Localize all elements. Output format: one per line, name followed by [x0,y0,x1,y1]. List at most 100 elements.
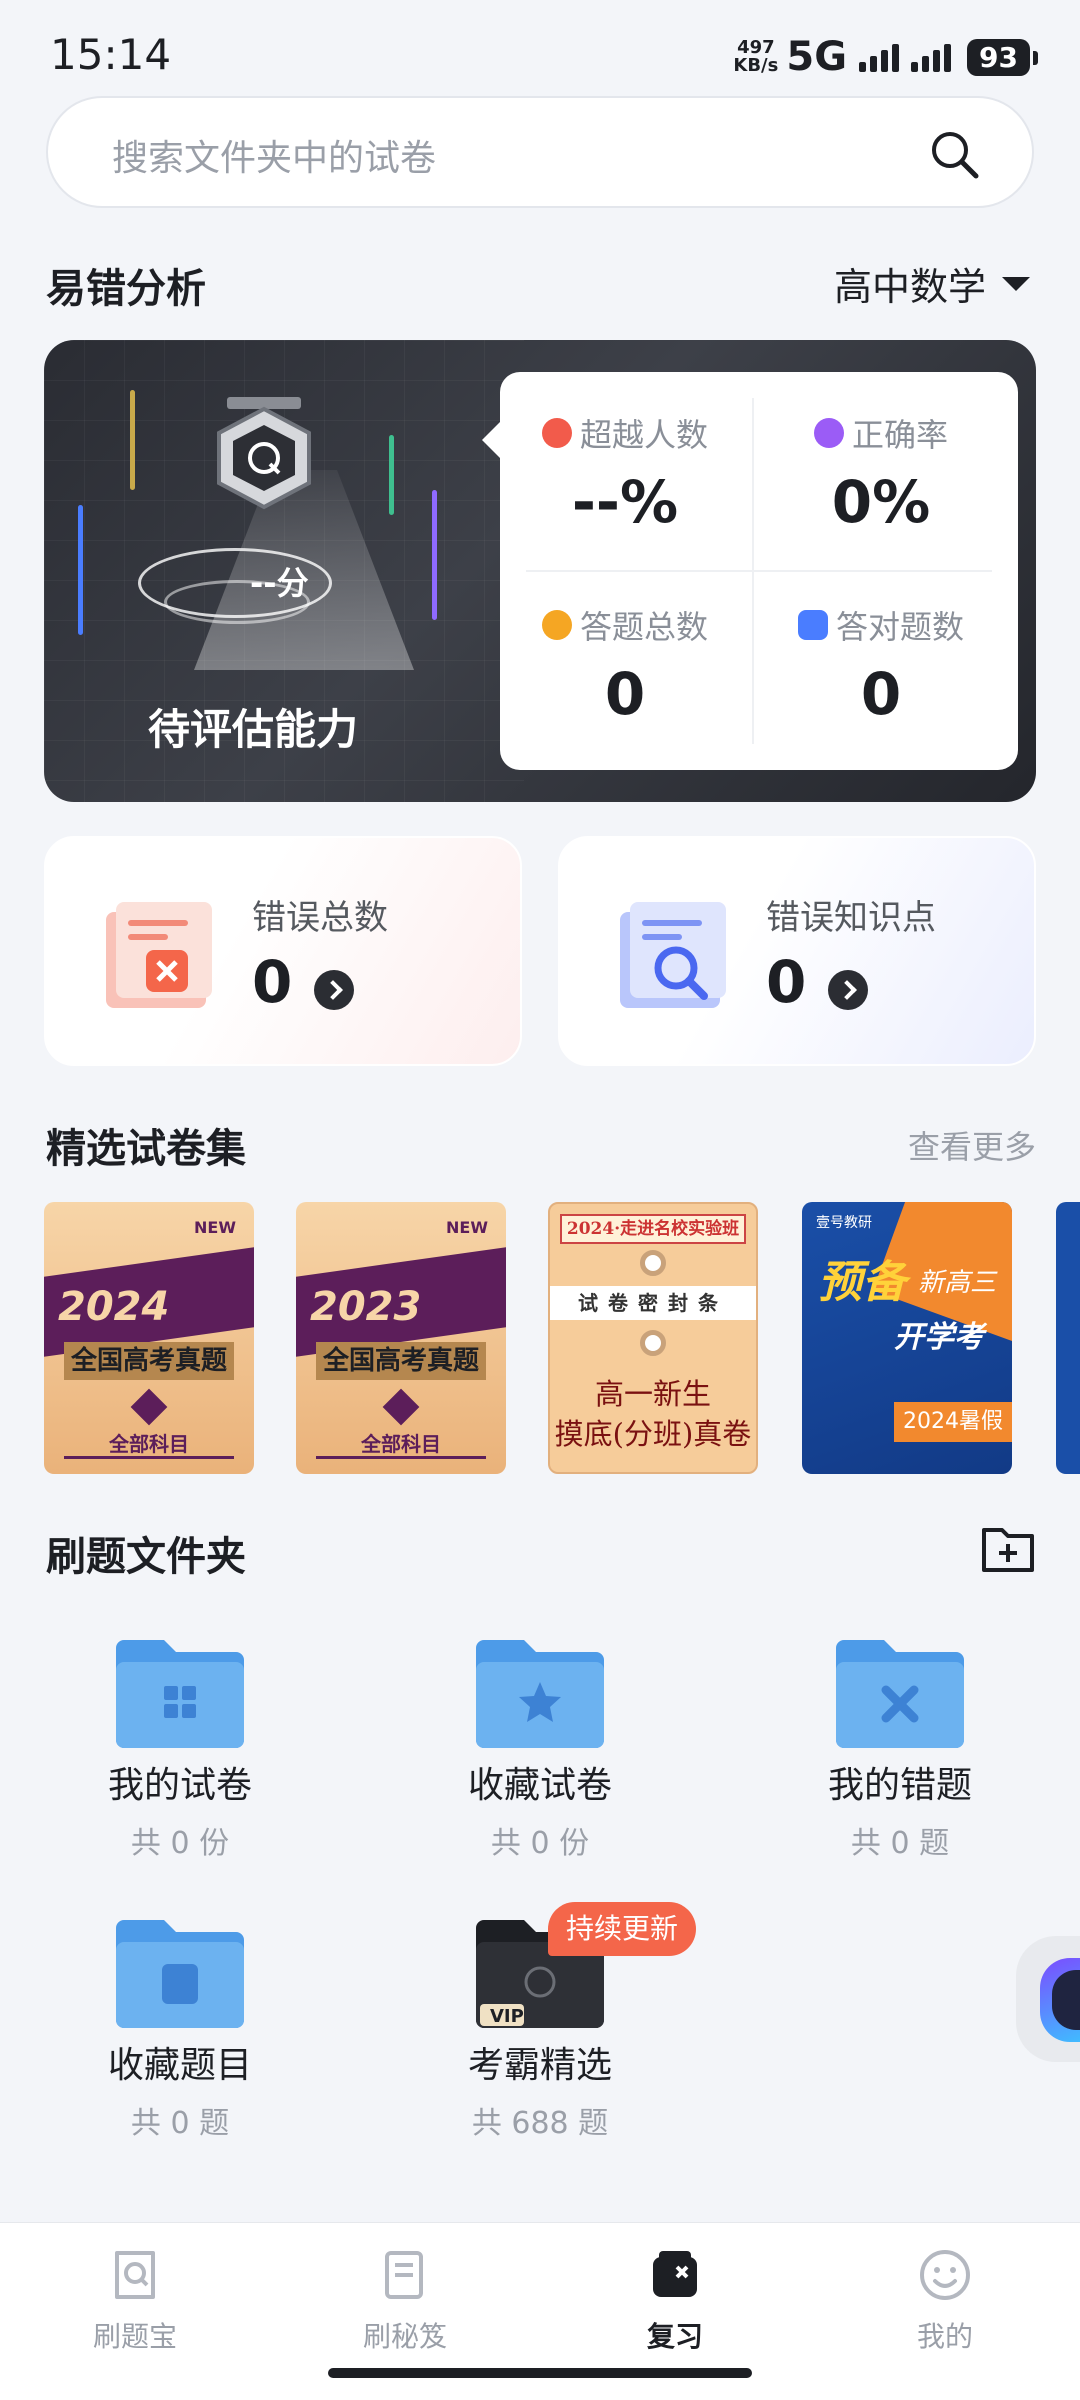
folder-count: 共 0 题 [850,1826,950,1861]
divider [526,570,992,572]
chevron-right-icon[interactable] [314,970,354,1010]
paper-title: 高一新生 摸底(分班)真卷 [550,1374,756,1454]
medal-icon [541,610,572,640]
robot-icon [1040,1958,1080,2042]
paper-year: 2023 [310,1284,422,1330]
folder-favorite-papers[interactable]: 收藏试卷 共 0 份 [420,1640,660,1870]
paper-subtitle: 全部科目 [109,1432,189,1456]
assistant-float-button[interactable] [1016,1936,1080,2062]
search-icon[interactable] [926,126,982,182]
net-speed-unit: KB/s [733,55,779,76]
new-badge: NEW [194,1218,236,1237]
paper-banner: 2024·走进名校实验班 [560,1214,746,1244]
error-knowledge-value: 0 [766,948,807,1016]
paper-year: 2024 [58,1284,170,1330]
smile-icon [920,2250,970,2300]
stat-total-answered: 答题总数 0 [500,602,750,728]
stat-accuracy: 正确率 0% [756,410,1006,536]
nav-tab-shuamiji[interactable]: 刷秘笈 [325,2247,485,2355]
home-indicator [328,2368,752,2378]
stat-label: 答题总数 [579,608,708,646]
error-knowledge-card[interactable]: 错误知识点 0 [558,836,1036,1066]
see-more-link[interactable]: 查看更多 [908,1122,1036,1168]
nav-label: 我的 [916,2320,973,2353]
divider [64,1456,234,1459]
signal-icon-2 [911,42,952,72]
subject-label: 高中数学 [833,265,986,309]
paper-subtitle: 全部科目 [361,1432,441,1456]
stat-surpass: 超越人数 --% [500,410,750,536]
stat-label: 答对题数 [835,608,964,646]
star-folder-icon [476,1640,604,1748]
stat-label: 超越人数 [579,416,708,454]
folder-favorite-questions[interactable]: 收藏题目 共 0 题 [60,1920,300,2150]
review-icon [653,2251,697,2297]
nav-label: 刷秘笈 [362,2320,447,2353]
vip-badge: VIP [490,2006,524,2027]
stat-label: 正确率 [851,416,948,454]
nav-tab-review[interactable]: 复习 [595,2247,755,2355]
paper-subtitle: 开学考 [894,1320,984,1355]
folder-name: 收藏试卷 [467,1765,612,1806]
paper-brand: 壹号教研 [816,1215,872,1231]
light-beam-decor [130,390,135,490]
folder-name: 我的错题 [827,1765,972,1806]
ability-card[interactable]: --分 待评估能力 超越人数 --% 正确率 0% 答题总数 0 答对题数 0 [44,340,1036,802]
folder-my-mistakes[interactable]: 我的错题 共 0 题 [780,1640,1020,1870]
folder-name: 考霸精选 [467,2045,612,2086]
paper-title: 全国高考真题 [316,1342,486,1380]
folder-count: 共 688 题 [471,2106,609,2141]
caret-down-icon [1002,276,1030,291]
level-badge-icon [217,397,311,510]
paper-title-line1: 高一新生 [594,1377,711,1411]
folder-my-papers[interactable]: 我的试卷 共 0 份 [60,1640,300,1870]
error-doc-icon [106,902,212,1008]
stat-value: 0 [604,660,646,728]
check-doc-icon [797,610,828,640]
light-beam-decor [78,505,83,635]
paper-card-partial[interactable] [1056,1202,1080,1474]
paper-title-line2: 摸底(分班)真卷 [554,1417,752,1451]
nav-label: 复习 [646,2320,703,2353]
subject-dropdown[interactable]: 高中数学 [834,256,1030,311]
folder-count: 共 0 份 [130,1826,230,1861]
folder-count: 共 0 题 [130,2106,230,2141]
keypad-folder-icon [116,1920,244,2028]
paper-tag: 2024暑假 [894,1402,1012,1442]
status-indicators: 497 KB/s 5G 93 [733,34,1038,80]
cross-folder-icon [836,1640,964,1748]
papers-title: 精选试卷集 [46,1126,246,1172]
nav-tab-mine[interactable]: 我的 [865,2247,1025,2355]
error-total-label: 错误总数 [252,898,388,938]
paper-card[interactable]: NEW 2023 全国高考真题 全部科目 [296,1202,506,1474]
add-folder-icon[interactable] [980,1520,1036,1576]
paper-title: 预备 [818,1257,906,1308]
notebook-icon [385,2251,423,2299]
paper-title-sub: 新高三 [918,1268,997,1298]
search-placeholder: 搜索文件夹中的试卷 [112,138,437,179]
paper-card[interactable]: NEW 2024 全国高考真题 全部科目 [44,1202,254,1474]
analysis-title: 易错分析 [46,266,206,312]
chevron-right-icon[interactable] [828,970,868,1010]
search-input[interactable]: 搜索文件夹中的试卷 [46,96,1034,208]
net-speed: 497 KB/s [733,39,778,75]
error-total-card[interactable]: 错误总数 0 [44,836,522,1066]
light-beam-decor [389,435,394,515]
folder-name: 我的试卷 [107,1765,252,1806]
stat-correct: 答对题数 0 [756,602,1006,728]
update-badge: 持续更新 [548,1902,697,1956]
error-knowledge-label: 错误知识点 [766,898,936,938]
nav-tab-shuatibao[interactable]: 刷题宝 [55,2247,215,2355]
grid-folder-icon [116,1640,244,1748]
folders-title: 刷题文件夹 [46,1534,246,1580]
folder-name: 收藏题目 [107,2045,252,2086]
battery-icon: 93 [967,38,1038,76]
paper-card[interactable]: 2024·走进名校实验班 试卷密封条 高一新生 摸底(分班)真卷 [548,1202,758,1474]
surpass-icon [541,418,572,448]
seal-dot-icon [640,1250,666,1276]
paper-card[interactable]: 壹号教研 预备 新高三 开学考 2024暑假 [802,1202,1012,1474]
stat-value: 0 [860,660,902,728]
search-doc-icon [115,2251,155,2299]
kb-logo-icon [382,1388,420,1426]
signal-icon [859,42,900,72]
